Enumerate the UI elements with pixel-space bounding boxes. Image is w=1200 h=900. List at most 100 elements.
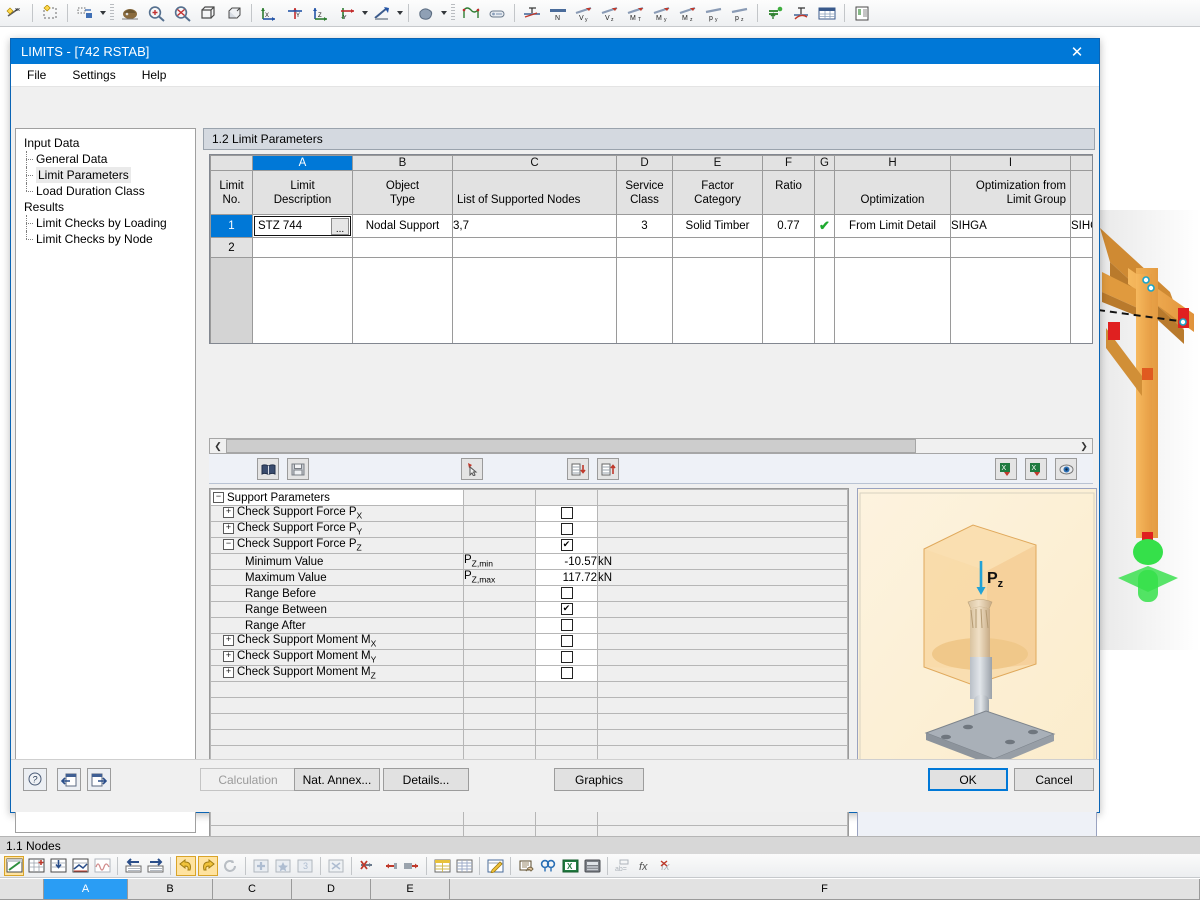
grid-col-letter-f[interactable]: F (763, 156, 815, 171)
grid-col-letter-b[interactable]: B (353, 156, 453, 171)
param-label-cell[interactable]: +Check Support Moment MX (211, 634, 464, 650)
result-Vy-icon[interactable]: Vy (572, 1, 596, 25)
grid-col-letter-g[interactable]: G (815, 156, 835, 171)
sidebar-item-limit-parameters[interactable]: Limit Parameters (22, 167, 195, 183)
result-N-icon[interactable]: N (546, 1, 570, 25)
delete-row-icon[interactable] (357, 856, 377, 876)
deformation-icon[interactable] (459, 1, 483, 25)
export-rows-button[interactable] (597, 458, 619, 480)
print-table-icon[interactable] (516, 856, 536, 876)
table-row[interactable]: 2 (211, 238, 1094, 258)
param-checkbox-cell[interactable] (536, 634, 598, 650)
render-model-icon[interactable] (118, 1, 142, 25)
scroll-left-icon[interactable]: ❮ (210, 439, 226, 453)
table-grid-icon[interactable] (454, 856, 474, 876)
toolbar-grip[interactable] (451, 4, 455, 22)
cell-object-type[interactable]: Nodal Support (353, 215, 453, 238)
chevron-down-icon[interactable] (360, 3, 369, 23)
cell-ratio[interactable]: 0.77 (763, 215, 815, 238)
insert-row-icon[interactable] (26, 856, 46, 876)
sheet-col-b[interactable]: B (128, 879, 213, 900)
chevron-down-icon[interactable] (98, 3, 107, 23)
add-row-icon[interactable] (251, 856, 271, 876)
param-checkbox-cell[interactable] (536, 586, 598, 602)
sidebar-item-limit-checks-by-loading[interactable]: Limit Checks by Loading (22, 215, 195, 231)
new-data-icon[interactable]: xx (3, 1, 27, 25)
cell-optimization[interactable]: From Limit Detail (835, 215, 951, 238)
cell-service-class[interactable]: 3 (617, 215, 673, 238)
previous-table-icon[interactable] (123, 856, 143, 876)
close-icon[interactable]: ✕ (1055, 39, 1099, 64)
browse-button[interactable]: ... (331, 218, 349, 235)
expand-icon[interactable]: + (223, 651, 234, 662)
cell-factor-category[interactable] (673, 238, 763, 258)
result-py-icon[interactable]: py (702, 1, 726, 25)
result-pz-icon[interactable]: pz (728, 1, 752, 25)
param-value[interactable]: 117.72 (536, 570, 598, 586)
grid-col-letter-a[interactable]: A (253, 156, 353, 171)
sheet-col-a[interactable]: A (44, 879, 128, 900)
move-right-icon[interactable] (401, 856, 421, 876)
collapse-icon[interactable]: − (223, 539, 234, 550)
param-row[interactable]: Minimum ValuePZ,min-10.57kN (211, 554, 848, 570)
menu-file[interactable]: File (23, 66, 50, 84)
param-row[interactable]: Range Before (211, 586, 848, 602)
support-parameters-panel[interactable]: −Support Parameters+Check Support Force … (209, 488, 849, 871)
checkbox[interactable] (561, 667, 573, 679)
checkbox[interactable] (561, 619, 573, 631)
cell-check-status[interactable] (815, 238, 835, 258)
row-header[interactable]: 1 (211, 215, 253, 238)
printout-report-icon[interactable] (850, 1, 874, 25)
result-diagram-icon[interactable] (789, 1, 813, 25)
export-excel-up-button[interactable]: X (995, 458, 1017, 480)
delete-column-icon[interactable] (379, 856, 399, 876)
param-label-cell[interactable]: Minimum Value (211, 554, 464, 570)
next-table-button[interactable] (87, 768, 111, 791)
param-row[interactable]: Range Between ✔ (211, 602, 848, 618)
sidebar-item-general-data[interactable]: General Data (22, 151, 195, 167)
param-value[interactable] (536, 490, 598, 506)
export-excel-down-button[interactable]: X (1025, 458, 1047, 480)
formula-icon[interactable]: fx (635, 856, 655, 876)
cell-check-status[interactable]: ✔ (815, 215, 835, 238)
grid-col-letter-e[interactable]: E (673, 156, 763, 171)
scrollbar-track[interactable] (916, 439, 1076, 453)
param-row[interactable]: +Check Support Force PX (211, 506, 848, 522)
param-checkbox-cell[interactable] (536, 618, 598, 634)
save-button[interactable] (287, 458, 309, 480)
calculator-icon[interactable] (582, 856, 602, 876)
param-row[interactable]: +Check Support Moment MX (211, 634, 848, 650)
select-objects-icon[interactable] (38, 1, 62, 25)
param-label-cell[interactable]: +Check Support Force PX (211, 506, 464, 522)
param-checkbox-cell[interactable] (536, 666, 598, 682)
param-checkbox-cell[interactable] (536, 522, 598, 538)
view-in-negative-y-icon[interactable]: -Y (335, 1, 359, 25)
sheet-col-e[interactable]: E (371, 879, 450, 900)
nav-group[interactable]: Input Data (22, 135, 195, 151)
solid-model-icon[interactable] (414, 1, 438, 25)
grid-col-letter-h[interactable]: H (835, 156, 951, 171)
star-row-icon[interactable] (273, 856, 293, 876)
param-label-cell[interactable]: Range Between (211, 602, 464, 618)
cell-description[interactable] (253, 238, 353, 258)
row-header[interactable]: 2 (211, 238, 253, 258)
dialog-titlebar[interactable]: LIMITS - [742 RSTAB] ✕ (11, 39, 1099, 64)
grid-col-letter-c[interactable]: C (453, 156, 617, 171)
result-tables-icon[interactable] (815, 1, 839, 25)
cell-limit-extra[interactable] (1071, 238, 1094, 258)
redo-icon[interactable] (198, 856, 218, 876)
param-row[interactable]: +Check Support Force PY (211, 522, 848, 538)
result-axial-icon[interactable] (520, 1, 544, 25)
table-row[interactable]: 1STZ 744...Nodal Support3,73Solid Timber… (211, 215, 1094, 238)
scroll-right-icon[interactable]: ❯ (1076, 439, 1092, 453)
numbering-icon[interactable]: 3 (295, 856, 315, 876)
grid-col-letter-i[interactable]: I (951, 156, 1071, 171)
checkbox[interactable] (561, 635, 573, 647)
param-checkbox-cell[interactable]: ✔ (536, 538, 598, 554)
view-mode-button[interactable] (1055, 458, 1077, 480)
graph-table-icon[interactable] (92, 856, 112, 876)
checkbox[interactable] (561, 651, 573, 663)
param-row[interactable]: −Check Support Force PZ✔ (211, 538, 848, 554)
checkbox[interactable]: ✔ (561, 603, 573, 615)
param-label-cell[interactable]: +Check Support Force PY (211, 522, 464, 538)
